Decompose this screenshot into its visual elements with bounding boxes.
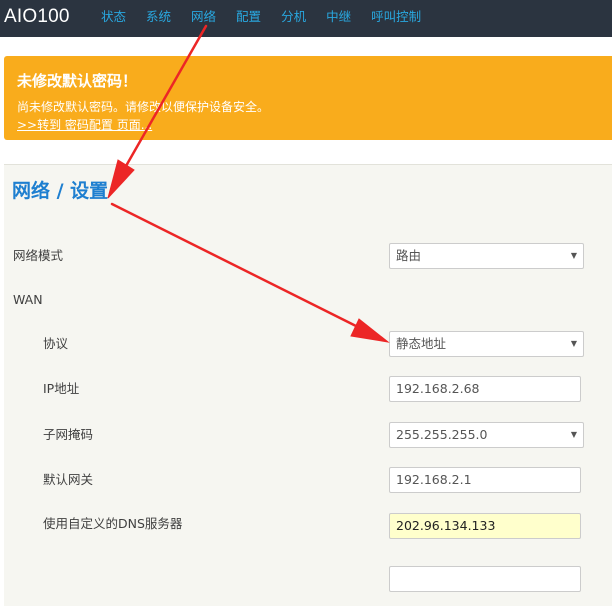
ip-address-input[interactable]: 192.168.2.68 xyxy=(389,376,581,402)
netmask-select[interactable]: 255.255.255.0 ▼ xyxy=(389,422,584,448)
dns-server-input[interactable]: 202.96.134.133 xyxy=(389,513,581,539)
nav-extension[interactable]: 分机 xyxy=(281,9,306,25)
network-settings-panel: 网络 / 设置 网络模式 路由 ▼ WAN 协议 静态地址 ▼ IP地址 192… xyxy=(4,164,612,606)
protocol-label: 协议 xyxy=(43,336,69,351)
password-config-link[interactable]: >>转到 密码配置 页面... xyxy=(17,117,152,133)
netmask-label: 子网掩码 xyxy=(43,427,94,442)
ip-address-value: 192.168.2.68 xyxy=(396,381,480,396)
nav-network[interactable]: 网络 xyxy=(191,9,216,25)
nav-status[interactable]: 状态 xyxy=(101,9,126,25)
triangle-down-icon: ▼ xyxy=(570,339,577,348)
ip-address-label: IP地址 xyxy=(43,381,80,396)
triangle-down-icon: ▼ xyxy=(570,251,577,260)
network-mode-label: 网络模式 xyxy=(13,248,64,263)
custom-dns-label: 使用自定义的DNS服务器 xyxy=(43,516,183,531)
dns-server-value: 202.96.134.133 xyxy=(396,518,496,533)
page: AIO100 状态 系统 网络 配置 分机 中继 呼叫控制 未修改默认密码！ 尚… xyxy=(0,0,612,606)
alert-title: 未修改默认密码！ xyxy=(17,72,138,90)
password-warning-alert: 未修改默认密码！ 尚未修改默认密码。请修改以便保护设备安全。 >>转到 密码配置… xyxy=(4,56,612,140)
wan-section-label: WAN xyxy=(13,292,43,307)
network-mode-value: 路由 xyxy=(396,248,422,263)
nav-system[interactable]: 系统 xyxy=(146,9,171,25)
gateway-input[interactable]: 192.168.2.1 xyxy=(389,467,581,493)
network-mode-select[interactable]: 路由 ▼ xyxy=(389,243,584,269)
triangle-down-icon: ▼ xyxy=(570,430,577,439)
gateway-value: 192.168.2.1 xyxy=(396,472,472,487)
nav-trunk[interactable]: 中继 xyxy=(326,9,351,25)
main-nav: 状态 系统 网络 配置 分机 中继 呼叫控制 xyxy=(101,9,421,25)
protocol-select[interactable]: 静态地址 ▼ xyxy=(389,331,584,357)
top-nav-bar: AIO100 状态 系统 网络 配置 分机 中继 呼叫控制 xyxy=(0,0,612,37)
nav-config[interactable]: 配置 xyxy=(236,9,261,25)
netmask-value: 255.255.255.0 xyxy=(396,427,488,442)
alert-text: 尚未修改默认密码。请修改以便保护设备安全。 xyxy=(17,100,270,114)
gateway-label: 默认网关 xyxy=(43,472,94,487)
page-title: 网络 / 设置 xyxy=(12,180,109,202)
protocol-value: 静态地址 xyxy=(396,336,447,351)
nav-call-control[interactable]: 呼叫控制 xyxy=(371,9,421,25)
brand-logo: AIO100 xyxy=(4,6,70,27)
dns-server-input-2[interactable] xyxy=(389,566,581,592)
